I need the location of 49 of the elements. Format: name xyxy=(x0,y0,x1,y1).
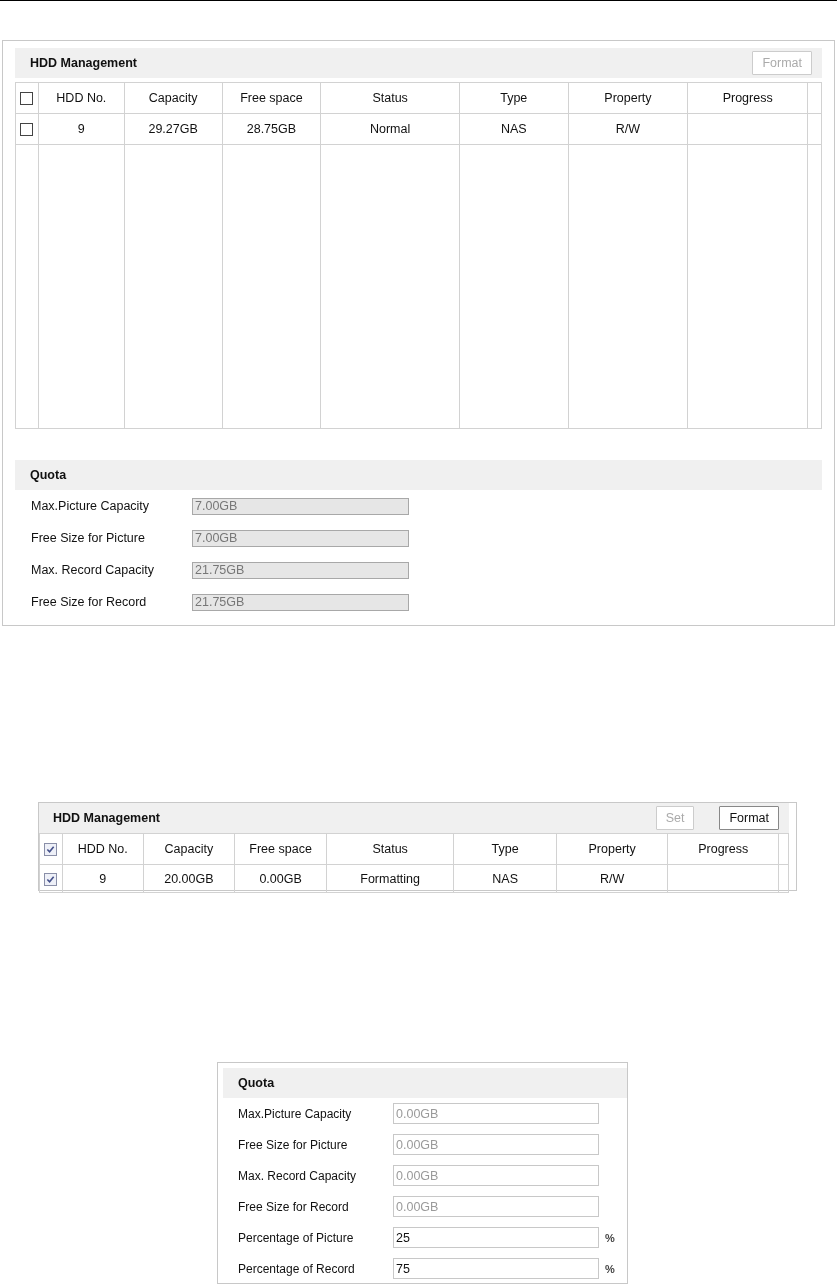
column-header: Property xyxy=(588,842,636,856)
section-title: Quota xyxy=(30,468,67,482)
checkbox[interactable] xyxy=(44,843,58,857)
checkbox[interactable] xyxy=(20,123,34,137)
column-header: Property xyxy=(604,91,652,105)
field-label: Free Size for Record xyxy=(31,595,148,609)
input-field[interactable]: 25 xyxy=(393,1227,599,1248)
table-cell: R/W xyxy=(600,871,625,886)
checkbox[interactable] xyxy=(44,872,58,886)
table-cell: 9 xyxy=(99,871,107,886)
column-header: Progress xyxy=(698,842,749,856)
section-title: HDD Management xyxy=(53,811,160,825)
column-header: Status xyxy=(372,842,408,856)
column-header: HDD No. xyxy=(77,842,128,856)
column-header: Type xyxy=(491,842,519,856)
field-label: Percentage of Record xyxy=(238,1261,356,1276)
column-header: Status xyxy=(372,91,408,105)
column-header: Progress xyxy=(722,91,773,105)
table-cell: 28.75GB xyxy=(246,122,297,136)
field-label: Max.Picture Capacity xyxy=(238,1106,353,1121)
column-header: HDD No. xyxy=(56,91,107,105)
field-label: Free Size for Picture xyxy=(238,1137,349,1152)
table-cell: NAS xyxy=(500,122,527,136)
field-label: Percentage of Picture xyxy=(238,1230,355,1245)
field-label: Max.Picture Capacity xyxy=(31,499,151,513)
checkbox[interactable] xyxy=(20,92,34,106)
column-header: Free space xyxy=(240,91,303,105)
column-header: Type xyxy=(500,91,528,105)
table-cell: 20.00GB xyxy=(164,871,214,886)
format-button[interactable]: Format xyxy=(719,806,779,830)
field-label: Free Size for Record xyxy=(238,1199,350,1214)
column-header: Capacity xyxy=(164,842,214,856)
table-cell: NAS xyxy=(492,871,518,886)
field-label: Max. Record Capacity xyxy=(31,563,155,577)
table-cell: Formatting xyxy=(360,871,421,886)
table-cell: 29.27GB xyxy=(148,122,198,136)
field-label: Free Size for Picture xyxy=(31,531,146,545)
section-title: Quota xyxy=(238,1076,275,1090)
section-title: HDD Management xyxy=(30,56,137,70)
unit-label: % xyxy=(605,1231,615,1244)
table-cell: 9 xyxy=(77,122,85,136)
table-cell: Normal xyxy=(369,122,411,136)
column-header: Free space xyxy=(249,842,312,856)
input-field[interactable]: 75 xyxy=(393,1258,599,1279)
table-cell: 0.00GB xyxy=(259,871,302,886)
field-label: Max. Record Capacity xyxy=(238,1168,358,1183)
column-header: Capacity xyxy=(148,91,198,105)
table-cell: R/W xyxy=(615,122,641,136)
unit-label: % xyxy=(605,1262,615,1275)
